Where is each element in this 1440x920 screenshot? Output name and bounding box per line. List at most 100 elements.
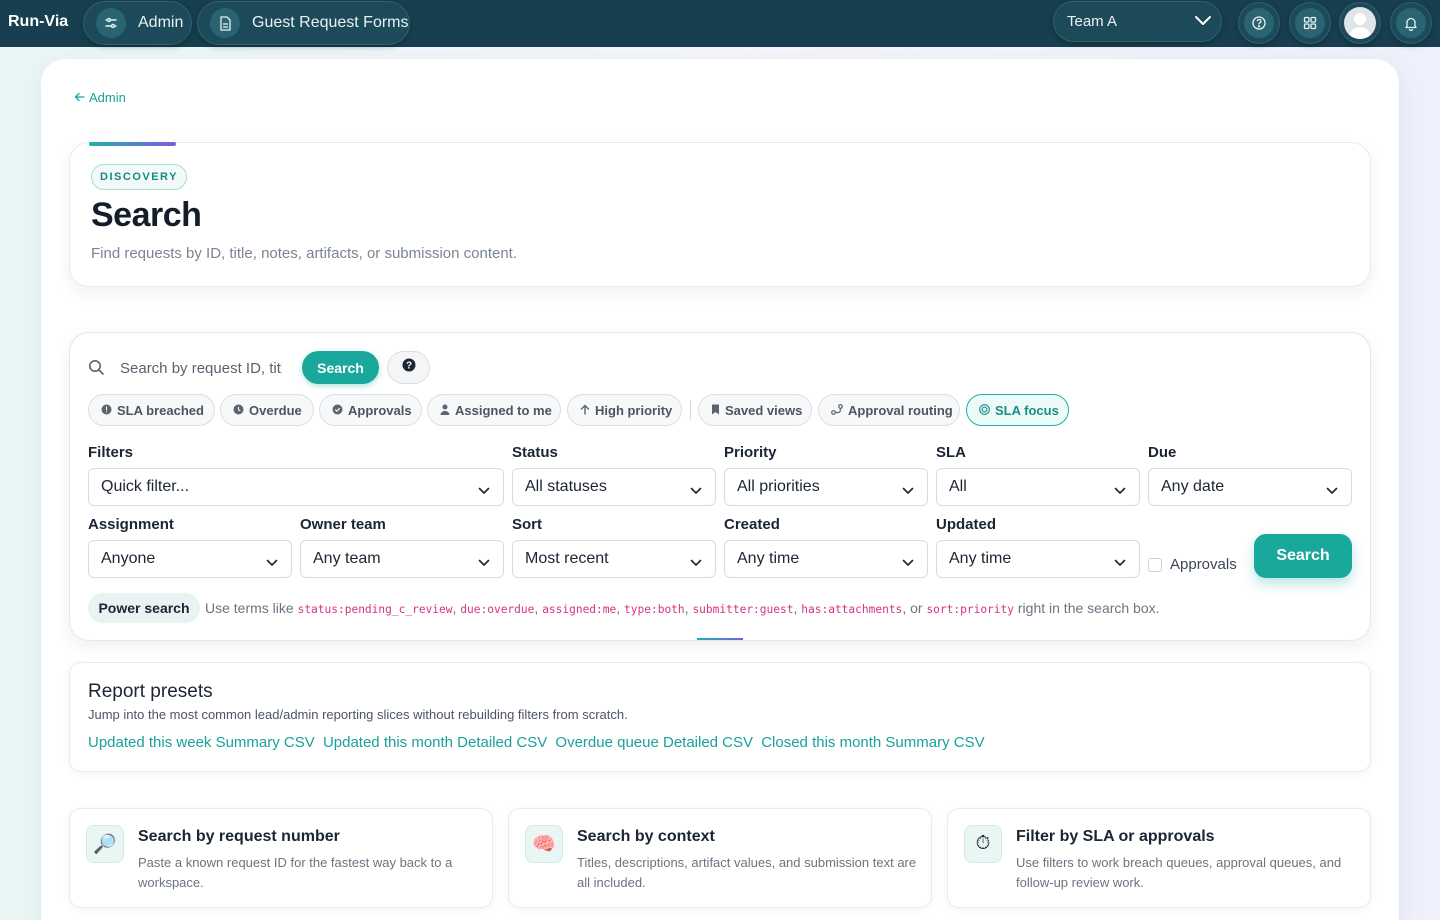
apps-grid-icon [1295, 8, 1325, 38]
status-label: Status [512, 444, 558, 461]
team-select[interactable]: Team A [1053, 1, 1222, 42]
chip-saved-views[interactable]: Saved views [698, 394, 812, 426]
chip-overdue[interactable]: Overdue [220, 394, 314, 426]
chip-approval-routing[interactable]: Approval routing [818, 394, 960, 426]
preset-link[interactable]: Updated this month Detailed CSV [323, 734, 547, 751]
assignment-select[interactable]: Anyone [88, 540, 292, 578]
quick-filter-value: Quick filter... [101, 478, 190, 495]
brain-icon: 🧠 [525, 825, 563, 863]
chip-sla-focus[interactable]: SLA focus [966, 394, 1069, 426]
created-label: Created [724, 516, 780, 533]
priority-value: All priorities [737, 478, 820, 495]
chevron-down-icon [690, 482, 702, 500]
routing-icon [831, 403, 843, 418]
chip-label: Assigned to me [455, 402, 552, 418]
feature-card-request-number: 🔎 Search by request number Paste a known… [69, 808, 493, 908]
chevron-down-icon [1193, 13, 1213, 31]
power-term: assigned:me [542, 603, 617, 616]
approvals-checkbox-label: Approvals [1170, 556, 1237, 573]
arrow-left-icon [74, 90, 85, 105]
feature-card-context: 🧠 Search by context Titles, descriptions… [508, 808, 932, 908]
chip-label: Overdue [249, 402, 302, 418]
sla-select[interactable]: All [936, 468, 1140, 506]
updated-value: Any time [949, 550, 1012, 567]
sla-value: All [949, 478, 967, 495]
header-accent-bar [89, 142, 176, 146]
brand-logo[interactable]: Run-Via [8, 13, 68, 31]
back-link-label: Admin [89, 90, 126, 105]
chip-sla-breached[interactable]: SLA breached [88, 394, 215, 426]
power-term: due:overdue [460, 603, 535, 616]
chip-assigned-to-me[interactable]: Assigned to me [427, 394, 561, 426]
avatar [1344, 7, 1376, 39]
feature-description: Paste a known request ID for the fastest… [138, 855, 453, 890]
priority-select[interactable]: All priorities [724, 468, 928, 506]
back-to-admin-link[interactable]: Admin [74, 90, 126, 105]
updated-select[interactable]: Any time [936, 540, 1140, 578]
feature-card-sla-approvals: ⏱ Filter by SLA or approvals Use filters… [947, 808, 1371, 908]
chip-label: Approvals [348, 402, 412, 418]
check-circle-icon [332, 403, 343, 418]
priority-label: Priority [724, 444, 777, 461]
owner-team-value: Any team [313, 550, 381, 567]
top-navigation-bar: Run-Via Admin Guest Request Forms Team A [0, 0, 1440, 47]
chevron-down-icon [478, 554, 490, 572]
chip-high-priority[interactable]: High priority [567, 394, 682, 426]
help-button[interactable] [1238, 2, 1280, 44]
help-icon [1244, 8, 1274, 38]
team-select-value: Team A [1067, 13, 1118, 30]
chip-divider [690, 400, 691, 420]
chevron-down-icon [902, 554, 914, 572]
chip-label: High priority [595, 402, 673, 418]
power-term: sort:priority [926, 603, 1014, 616]
due-select[interactable]: Any date [1148, 468, 1352, 506]
search-button[interactable]: Search [302, 351, 379, 384]
nav-admin-label: Admin [138, 14, 184, 31]
sort-select[interactable]: Most recent [512, 540, 716, 578]
nav-guest-request-forms-button[interactable]: Guest Request Forms [197, 1, 410, 45]
preset-link[interactable]: Closed this month Summary CSV [761, 734, 984, 751]
power-term: status:pending_c_review [297, 603, 453, 616]
page-title: Search [91, 196, 202, 234]
user-menu-button[interactable] [1339, 2, 1381, 44]
approvals-checkbox[interactable] [1148, 557, 1162, 572]
search-input[interactable] [112, 353, 282, 383]
discovery-badge: DISCOVERY [91, 164, 187, 190]
nav-admin-button[interactable]: Admin [83, 1, 192, 45]
filters-label: Filters [88, 444, 134, 461]
person-icon [440, 403, 450, 418]
sort-value: Most recent [525, 550, 609, 567]
updated-label: Updated [936, 516, 996, 533]
preset-link[interactable]: Updated this week Summary CSV [88, 734, 315, 751]
report-presets-title: Report presets [88, 681, 213, 702]
assignment-value: Anyone [101, 550, 156, 567]
feature-title: Search by context [577, 828, 715, 845]
sort-label: Sort [512, 516, 542, 533]
notifications-button[interactable] [1390, 2, 1432, 44]
document-icon [210, 8, 240, 38]
quick-filter-select[interactable]: Quick filter... [88, 468, 504, 506]
owner-team-select[interactable]: Any team [300, 540, 504, 578]
apps-button[interactable] [1289, 2, 1331, 44]
due-label: Due [1148, 444, 1177, 461]
search-help-button[interactable]: ? [387, 351, 430, 384]
chevron-down-icon [1326, 482, 1338, 500]
status-select[interactable]: All statuses [512, 468, 716, 506]
created-select[interactable]: Any time [724, 540, 928, 578]
preset-link[interactable]: Overdue queue Detailed CSV [555, 734, 753, 751]
chip-label: Saved views [725, 402, 803, 418]
apply-search-button[interactable]: Search [1254, 534, 1352, 578]
chevron-down-icon [478, 482, 490, 500]
power-term: submitter:guest [692, 603, 794, 616]
approvals-checkbox-field[interactable]: Approvals [1148, 556, 1237, 573]
chip-approvals[interactable]: Approvals [319, 394, 422, 426]
power-search-badge: Power search [88, 593, 200, 623]
feature-title: Search by request number [138, 828, 340, 845]
page-subtitle: Find requests by ID, title, notes, artif… [91, 245, 518, 262]
chevron-down-icon [690, 554, 702, 572]
power-search-hint: Use terms like status:pending_c_review, … [205, 600, 1160, 616]
nav-guest-request-forms-label: Guest Request Forms [252, 14, 409, 31]
chip-label: SLA focus [995, 402, 1059, 418]
assignment-label: Assignment [88, 516, 174, 533]
arrow-up-icon [580, 403, 590, 418]
